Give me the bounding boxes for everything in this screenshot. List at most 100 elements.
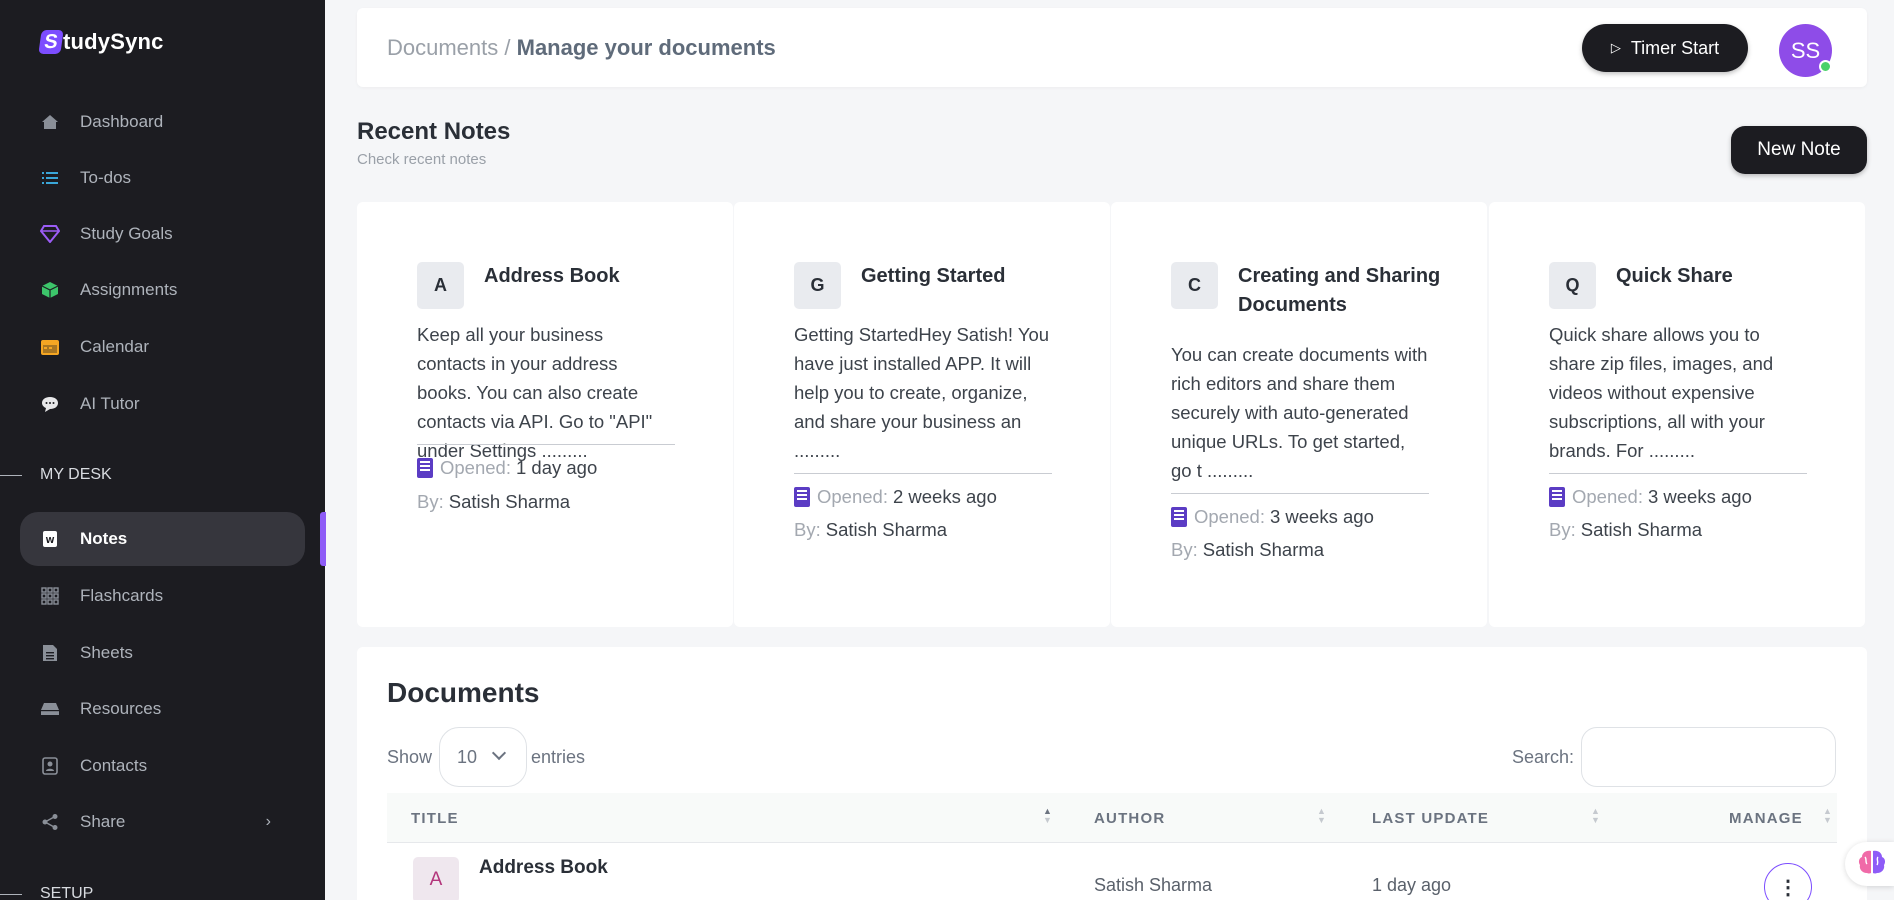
sort-icon[interactable]: ▲ ▼ <box>1317 807 1326 825</box>
section-label: MY DESK <box>40 466 112 483</box>
chat-icon <box>40 394 60 414</box>
document-icon <box>1549 487 1565 507</box>
sidebar-item-label: To-dos <box>80 168 132 187</box>
sidebar-item-sheets[interactable]: Sheets <box>20 626 305 680</box>
row-last-update: 1 day ago <box>1372 875 1452 895</box>
note-title[interactable]: Getting Started <box>861 262 1071 291</box>
note-card[interactable]: G Getting Started Getting StartedHey Sat… <box>734 202 1110 627</box>
author-value: Satish Sharma <box>1202 539 1325 560</box>
note-opened: Opened: 3 weeks ago <box>1171 506 1374 528</box>
recent-notes-subtitle: Check recent notes <box>357 151 487 168</box>
note-divider <box>794 473 1052 474</box>
note-title[interactable]: Address Book <box>484 262 694 291</box>
section-my-desk: MY DESK <box>0 466 112 484</box>
app-logo[interactable]: S tudySync <box>38 26 164 58</box>
opened-label: Opened: <box>1194 506 1265 527</box>
logo-badge: S <box>38 30 64 54</box>
by-label: By: <box>1549 519 1576 540</box>
note-excerpt: Getting StartedHey Satish! You have just… <box>794 324 1050 461</box>
note-letter-badge: Q <box>1549 262 1596 309</box>
table-row[interactable]: A Address Book Satish Sharma 1 day ago ⋮ <box>387 843 1837 900</box>
note-author: By: Satish Sharma <box>417 491 570 513</box>
sidebar-item-todos[interactable]: To-dos <box>20 151 305 205</box>
note-card[interactable]: A Address Book Keep all your business co… <box>357 202 733 627</box>
document-icon <box>1171 507 1187 527</box>
note-letter-badge: G <box>794 262 841 309</box>
entries-select[interactable]: 10 <box>439 727 527 787</box>
documents-title: Documents <box>387 677 540 708</box>
note-letter-badge: C <box>1171 262 1218 309</box>
sidebar-item-label: Contacts <box>80 756 148 775</box>
entries-label: entries <box>531 747 586 767</box>
row-letter-badge: A <box>413 857 459 900</box>
row-title[interactable]: Address Book <box>479 857 608 879</box>
contact-icon <box>40 756 60 776</box>
table-header: TITLE ▲ ▼ AUTHOR ▲ ▼ LAST UPDATE ▲ ▼ MANAGE… <box>387 793 1837 843</box>
sidebar-item-flashcards[interactable]: Flashcards <box>20 569 305 623</box>
section-divider <box>0 474 22 476</box>
note-title[interactable]: Creating and Sharing Documents <box>1238 262 1448 320</box>
opened-value: 2 weeks ago <box>892 486 997 507</box>
avatar-initials: SS <box>1790 37 1821 63</box>
sidebar-item-resources[interactable]: Resources <box>20 682 305 736</box>
timer-start-button[interactable]: ▷ Timer Start <box>1582 24 1748 72</box>
manage-menu-button[interactable]: ⋮ <box>1764 863 1812 900</box>
sidebar-item-ai-tutor[interactable]: AI Tutor <box>20 377 305 431</box>
by-label: By: <box>417 491 444 512</box>
drive-icon <box>40 699 60 719</box>
breadcrumb-parent[interactable]: Documents <box>387 35 498 60</box>
opened-label: Opened: <box>817 486 888 507</box>
author-value: Satish Sharma <box>1580 519 1703 540</box>
sort-icon[interactable]: ▲ ▼ <box>1823 807 1832 825</box>
opened-label: Opened: <box>1572 486 1643 507</box>
sidebar-item-study-goals[interactable]: Study Goals <box>20 207 305 261</box>
column-header-author[interactable]: AUTHOR <box>1094 810 1165 827</box>
sidebar-item-contacts[interactable]: Contacts <box>20 739 305 793</box>
ai-assistant-button[interactable] <box>1845 842 1894 886</box>
breadcrumb-current: Manage your documents <box>516 35 776 60</box>
sidebar-item-calendar[interactable]: Calendar <box>20 320 305 374</box>
new-note-button[interactable]: New Note <box>1731 126 1867 174</box>
svg-text:W: W <box>46 536 55 545</box>
sidebar-item-notes[interactable]: W Notes <box>20 512 305 566</box>
section-label: SETUP <box>40 885 94 900</box>
show-label: Show <box>387 747 433 767</box>
note-letter-badge: A <box>417 262 464 309</box>
sort-icon[interactable]: ▲ ▼ <box>1591 807 1600 825</box>
note-opened: Opened: 1 day ago <box>417 457 597 479</box>
search-label: Search: <box>1512 747 1575 767</box>
column-header-manage[interactable]: MANAGE <box>1729 810 1803 827</box>
timer-label: Timer Start <box>1630 37 1720 58</box>
chevron-right-icon: › <box>265 813 271 830</box>
breadcrumb-separator: / <box>498 35 517 60</box>
note-opened: Opened: 2 weeks ago <box>794 486 997 508</box>
grid-icon <box>40 586 60 606</box>
column-header-title[interactable]: TITLE <box>411 810 459 827</box>
chevron-down-icon <box>491 745 507 761</box>
column-header-last-update[interactable]: LAST UPDATE <box>1372 810 1489 827</box>
sidebar-item-share[interactable]: Share › <box>20 795 305 849</box>
avatar[interactable]: SS <box>1779 24 1832 77</box>
play-icon: ▷ <box>1610 40 1621 55</box>
sort-icon[interactable]: ▲ ▼ <box>1043 807 1052 825</box>
note-author: By: Satish Sharma <box>1171 539 1324 561</box>
note-card[interactable]: Q Quick Share Quick share allows you to … <box>1489 202 1865 627</box>
note-header: G Getting Started <box>794 262 1071 309</box>
sidebar-item-label: Share <box>80 812 126 831</box>
note-divider <box>1171 493 1429 494</box>
sidebar-item-label: Sheets <box>80 643 133 662</box>
diamond-icon <box>40 224 60 244</box>
note-divider <box>1549 473 1807 474</box>
search-input[interactable] <box>1581 727 1836 787</box>
note-header: Q Quick Share <box>1549 262 1826 309</box>
by-label: By: <box>794 519 821 540</box>
sidebar-item-dashboard[interactable]: Dashboard <box>20 95 305 149</box>
opened-label: Opened: <box>440 457 511 478</box>
note-card[interactable]: C Creating and Sharing Documents You can… <box>1111 202 1487 627</box>
sheet-icon <box>40 643 60 663</box>
note-title[interactable]: Quick Share <box>1616 262 1826 291</box>
author-value: Satish Sharma <box>825 519 948 540</box>
by-label: By: <box>1171 539 1198 560</box>
sidebar-item-assignments[interactable]: Assignments <box>20 263 305 317</box>
author-value: Satish Sharma <box>448 491 571 512</box>
